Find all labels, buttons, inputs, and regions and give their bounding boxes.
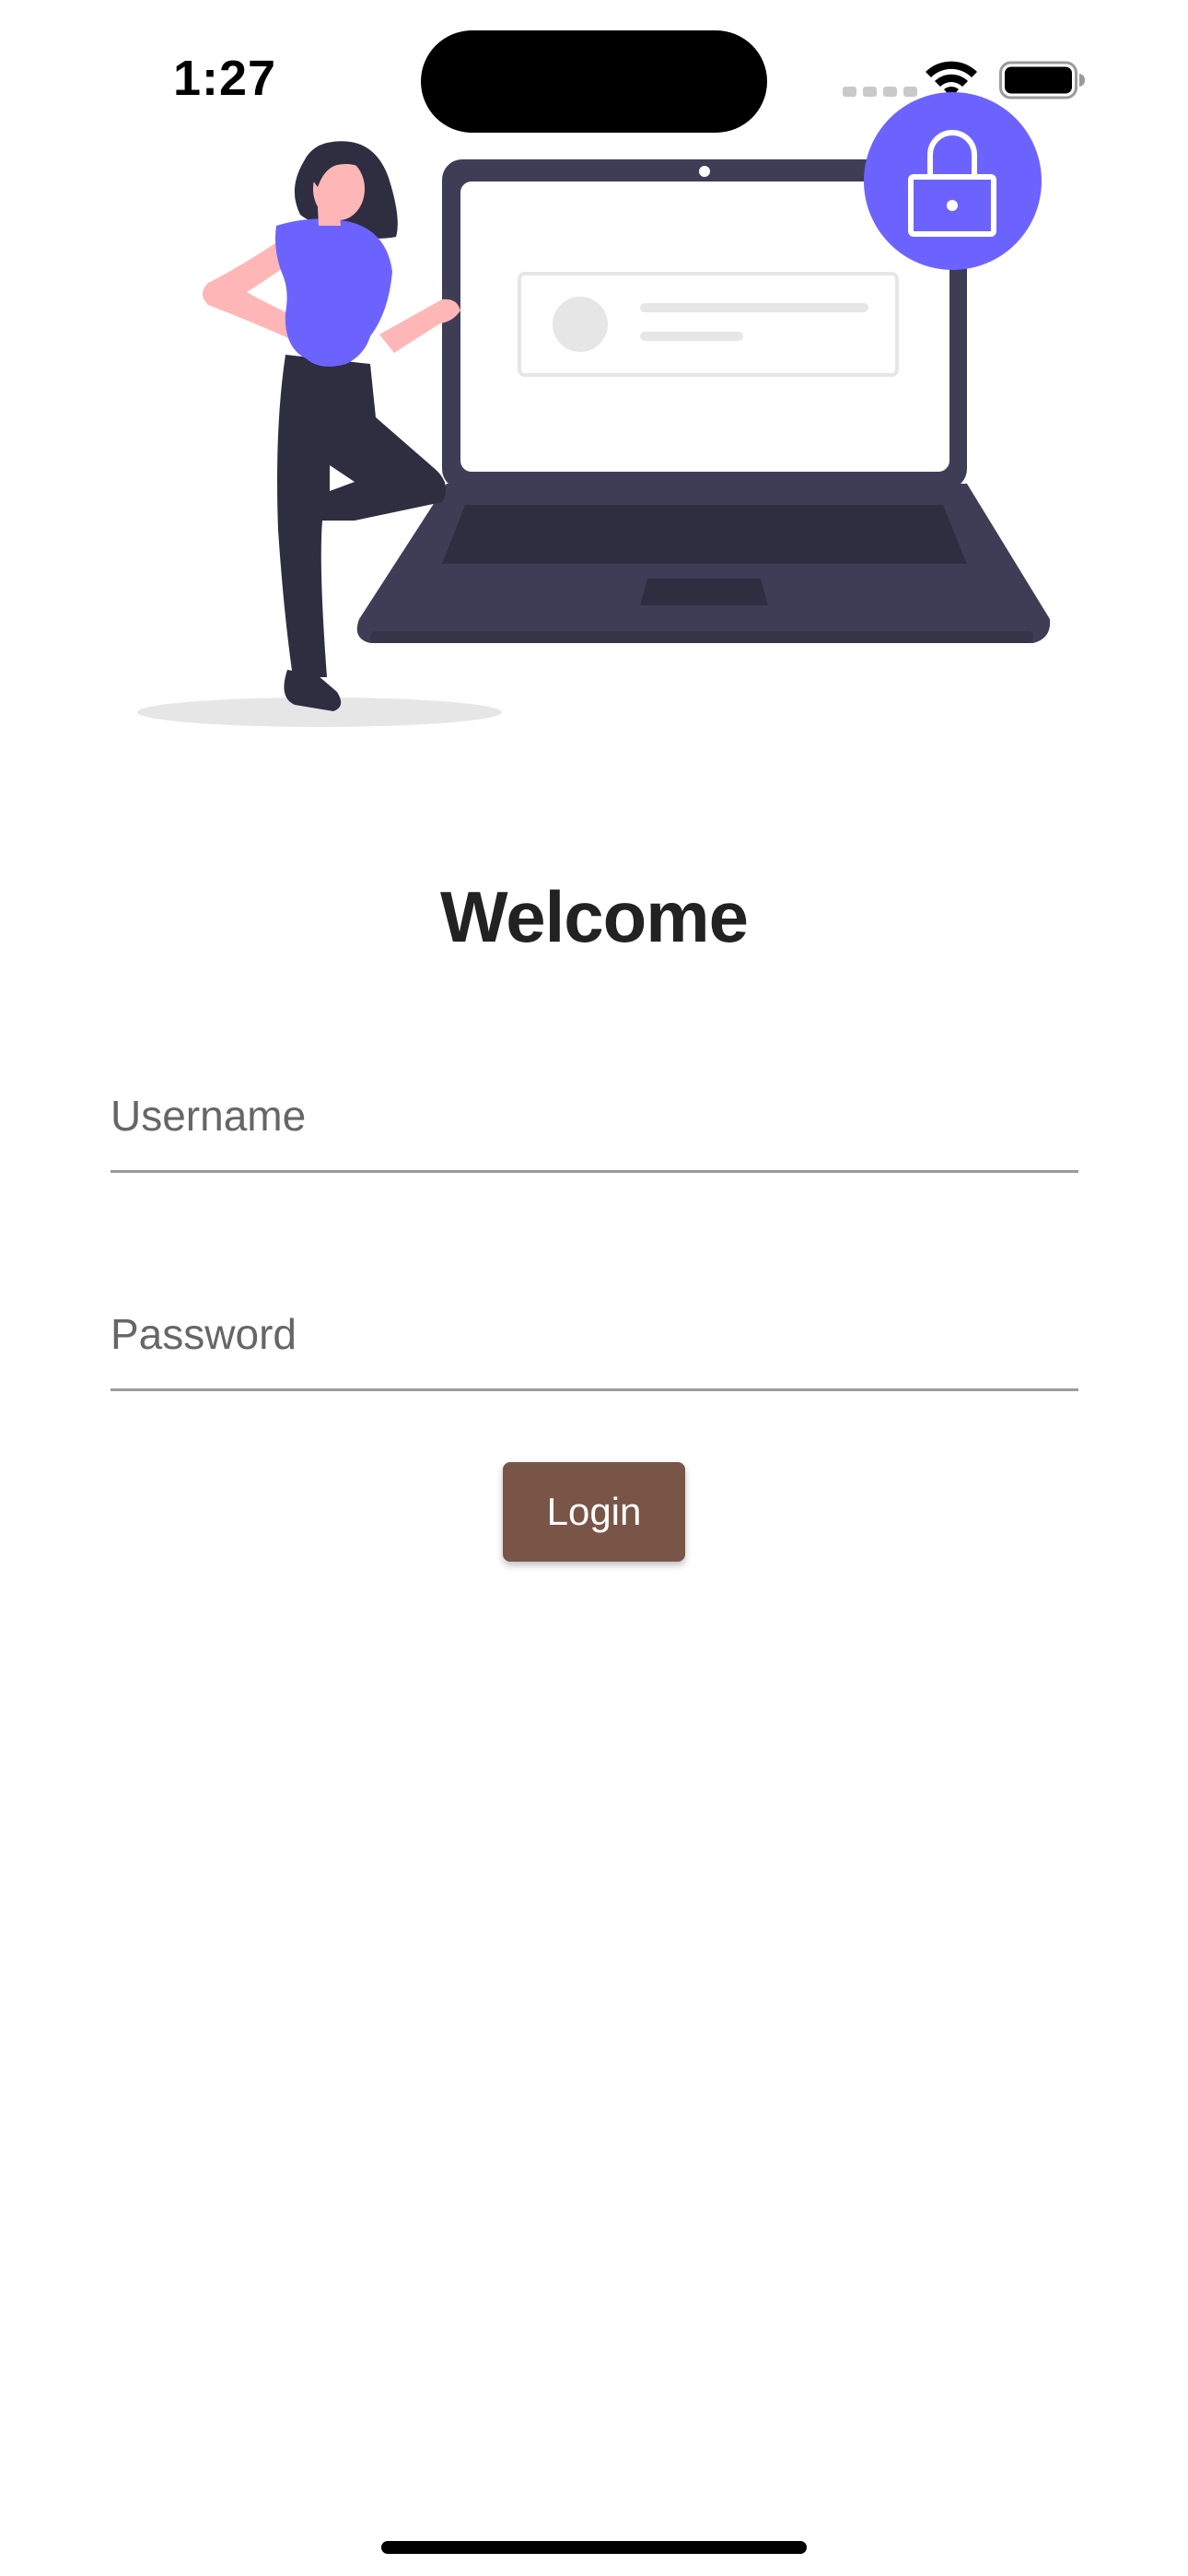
login-button[interactable]: Login (503, 1462, 685, 1562)
status-time: 1:27 (173, 51, 277, 106)
password-field (111, 1287, 1078, 1391)
username-field (111, 1069, 1078, 1173)
home-indicator[interactable] (381, 2541, 807, 2554)
username-input[interactable] (111, 1091, 1078, 1141)
dynamic-island (421, 30, 767, 133)
lock-badge (864, 92, 1042, 270)
lock-icon (908, 130, 996, 237)
cellular-signal-icon (843, 87, 917, 97)
battery-icon (999, 61, 1085, 100)
password-input[interactable] (111, 1309, 1078, 1359)
welcome-title: Welcome (439, 876, 749, 957)
